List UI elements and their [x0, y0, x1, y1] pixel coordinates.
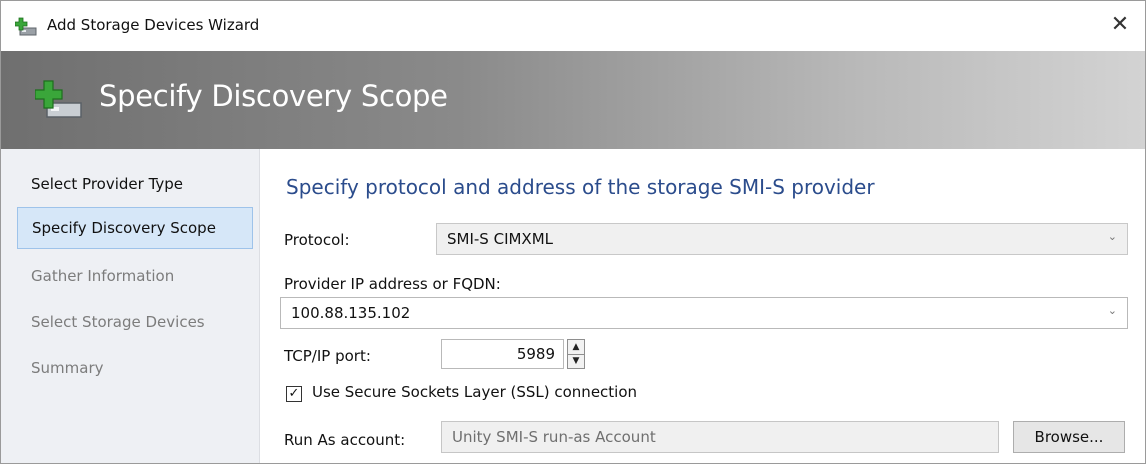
ssl-checkbox[interactable]: ✓ — [286, 386, 302, 402]
browse-button[interactable]: Browse... — [1013, 421, 1125, 453]
address-label: Provider IP address or FQDN: — [284, 275, 501, 293]
sidebar-item-select-storage-devices: Select Storage Devices — [31, 313, 205, 331]
protocol-label: Protocol: — [284, 231, 350, 249]
sidebar-item-summary: Summary — [31, 359, 104, 377]
spin-up-icon[interactable]: ▲ — [568, 340, 584, 355]
port-value: 5989 — [516, 345, 555, 363]
runas-field: Unity SMI-S run-as Account — [441, 421, 999, 453]
ssl-label[interactable]: Use Secure Sockets Layer (SSL) connectio… — [312, 383, 637, 401]
close-icon[interactable]: ✕ — [1105, 11, 1135, 41]
address-value: 100.88.135.102 — [291, 304, 411, 322]
protocol-value: SMI-S CIMXML — [447, 230, 554, 248]
chevron-down-icon: ⌄ — [1107, 304, 1117, 317]
spin-down-icon[interactable]: ▼ — [568, 354, 584, 368]
port-stepper[interactable]: ▲ ▼ — [567, 339, 585, 369]
main-panel: Specify protocol and address of the stor… — [260, 149, 1145, 463]
wizard-window: Add Storage Devices Wizard ✕ Specify Dis… — [0, 0, 1146, 464]
sidebar-item-specify-discovery-scope[interactable]: Specify Discovery Scope — [17, 207, 253, 249]
protocol-dropdown[interactable]: SMI-S CIMXML ⌄ — [436, 223, 1128, 255]
sidebar-item-select-provider-type[interactable]: Select Provider Type — [17, 163, 253, 205]
runas-value: Unity SMI-S run-as Account — [452, 428, 656, 446]
page-title: Specify Discovery Scope — [99, 79, 448, 113]
port-label: TCP/IP port: — [284, 347, 371, 365]
window-title: Add Storage Devices Wizard — [47, 16, 260, 34]
runas-label: Run As account: — [284, 431, 406, 449]
add-storage-icon — [14, 17, 37, 37]
sidebar-item-gather-information: Gather Information — [31, 267, 175, 285]
add-storage-icon — [34, 79, 83, 123]
wizard-banner: Specify Discovery Scope — [1, 51, 1145, 149]
section-heading: Specify protocol and address of the stor… — [286, 175, 875, 199]
wizard-steps-sidebar: Select Provider Type Specify Discovery S… — [1, 149, 260, 463]
title-bar: Add Storage Devices Wizard ✕ — [1, 1, 1145, 51]
port-input[interactable]: 5989 — [441, 339, 564, 369]
address-combobox[interactable]: 100.88.135.102 ⌄ — [280, 297, 1128, 329]
chevron-down-icon: ⌄ — [1107, 230, 1117, 243]
